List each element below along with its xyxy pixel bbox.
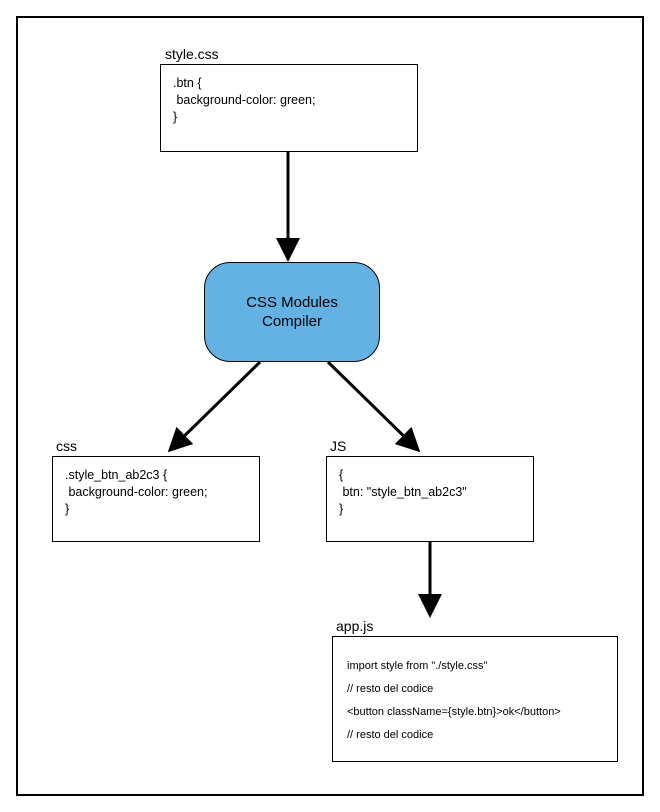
appjs-box: import style from "./style.css" // resto… xyxy=(332,636,618,762)
js-output-label: JS xyxy=(330,438,346,454)
appjs-line-4: // resto del codice xyxy=(347,730,603,741)
css-output-label: css xyxy=(56,438,77,454)
appjs-line-1: import style from "./style.css" xyxy=(347,661,603,672)
appjs-label: app.js xyxy=(336,618,373,634)
stylecss-label: style.css xyxy=(165,46,219,62)
compiler-line2: Compiler xyxy=(262,313,322,330)
stylecss-box: .btn { background-color: green; } xyxy=(160,64,418,152)
appjs-line-3: <button className={style.btn}>ok</button… xyxy=(347,707,603,718)
css-output-box: .style_btn_ab2c3 { background-color: gre… xyxy=(52,456,260,542)
diagram-canvas: style.css .btn { background-color: green… xyxy=(16,16,644,796)
compiler-line1: CSS Modules xyxy=(246,294,338,311)
js-output-box: { btn: "style_btn_ab2c3" } xyxy=(326,456,534,542)
appjs-line-2: // resto del codice xyxy=(347,684,603,695)
compiler-node: CSS Modules Compiler xyxy=(204,262,380,362)
